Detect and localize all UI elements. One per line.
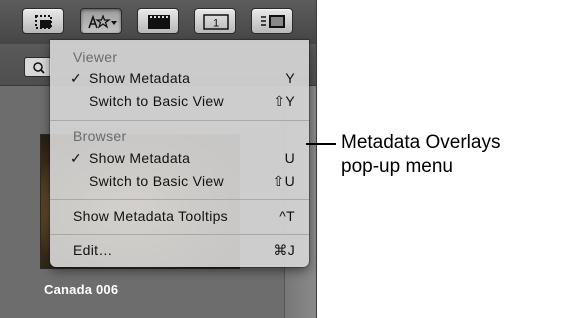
menu-item-shortcut: ^T [279, 208, 295, 224]
menu-item-viewer-show-metadata[interactable]: ✓ Show Metadata Y [50, 68, 309, 90]
callout-label: Metadata Overlays pop-up menu [341, 131, 571, 179]
menu-separator [50, 234, 309, 235]
menu-separator [50, 120, 309, 121]
toolbar: 1 [0, 0, 317, 44]
list-view-icon [261, 15, 285, 28]
photo-caption: Canada 006 [44, 282, 119, 297]
menu-item-label: Show Metadata [89, 70, 191, 86]
menu-section-header-viewer: Viewer [73, 49, 118, 65]
menu-section-header-browser: Browser [73, 128, 127, 144]
chevron-down-icon [111, 21, 117, 25]
menu-item-browser-show-metadata[interactable]: ✓ Show Metadata U [50, 148, 309, 170]
menu-item-label: Switch to Basic View [89, 93, 224, 109]
crop-button[interactable] [22, 8, 64, 34]
callout-leader-line [306, 143, 336, 145]
search-field[interactable] [24, 57, 52, 77]
single-view-number: 1 [213, 18, 219, 30]
callout-line-2: pop-up menu [341, 156, 453, 177]
filmstrip-button[interactable] [137, 8, 179, 34]
menu-item-edit[interactable]: Edit… ⌘J [50, 240, 309, 262]
crop-frame-icon [35, 15, 52, 29]
filmstrip-icon [148, 15, 170, 29]
metadata-overlays-menu: Viewer ✓ Show Metadata Y Switch to Basic… [50, 40, 309, 267]
menu-item-shortcut: ⌘J [273, 242, 295, 258]
menu-item-label: Show Metadata [89, 150, 191, 166]
menu-item-shortcut: Y [285, 70, 295, 86]
checkmark-icon: ✓ [70, 70, 83, 86]
menu-item-shortcut: U [284, 150, 295, 166]
single-view-button[interactable]: 1 [194, 8, 236, 34]
menu-item-label: Edit… [73, 242, 113, 258]
metadata-overlays-button[interactable] [80, 8, 122, 34]
menu-item-shortcut: ⇧U [272, 173, 295, 189]
menu-separator [50, 199, 309, 200]
menu-item-metadata-tooltips[interactable]: Show Metadata Tooltips ^T [50, 206, 309, 228]
menu-item-label: Show Metadata Tooltips [73, 208, 228, 224]
menu-item-label: Switch to Basic View [89, 173, 224, 189]
divider [316, 0, 317, 318]
menu-item-viewer-basic-view[interactable]: Switch to Basic View ⇧Y [50, 91, 309, 113]
menu-item-shortcut: ⇧Y [273, 93, 295, 109]
search-icon [33, 62, 45, 74]
list-view-button[interactable] [251, 8, 293, 34]
metadata-overlays-icon [88, 14, 117, 29]
single-view-icon: 1 [203, 14, 229, 30]
menu-item-browser-basic-view[interactable]: Switch to Basic View ⇧U [50, 171, 309, 193]
callout-line-1: Metadata Overlays [341, 132, 501, 153]
checkmark-icon: ✓ [70, 150, 83, 166]
